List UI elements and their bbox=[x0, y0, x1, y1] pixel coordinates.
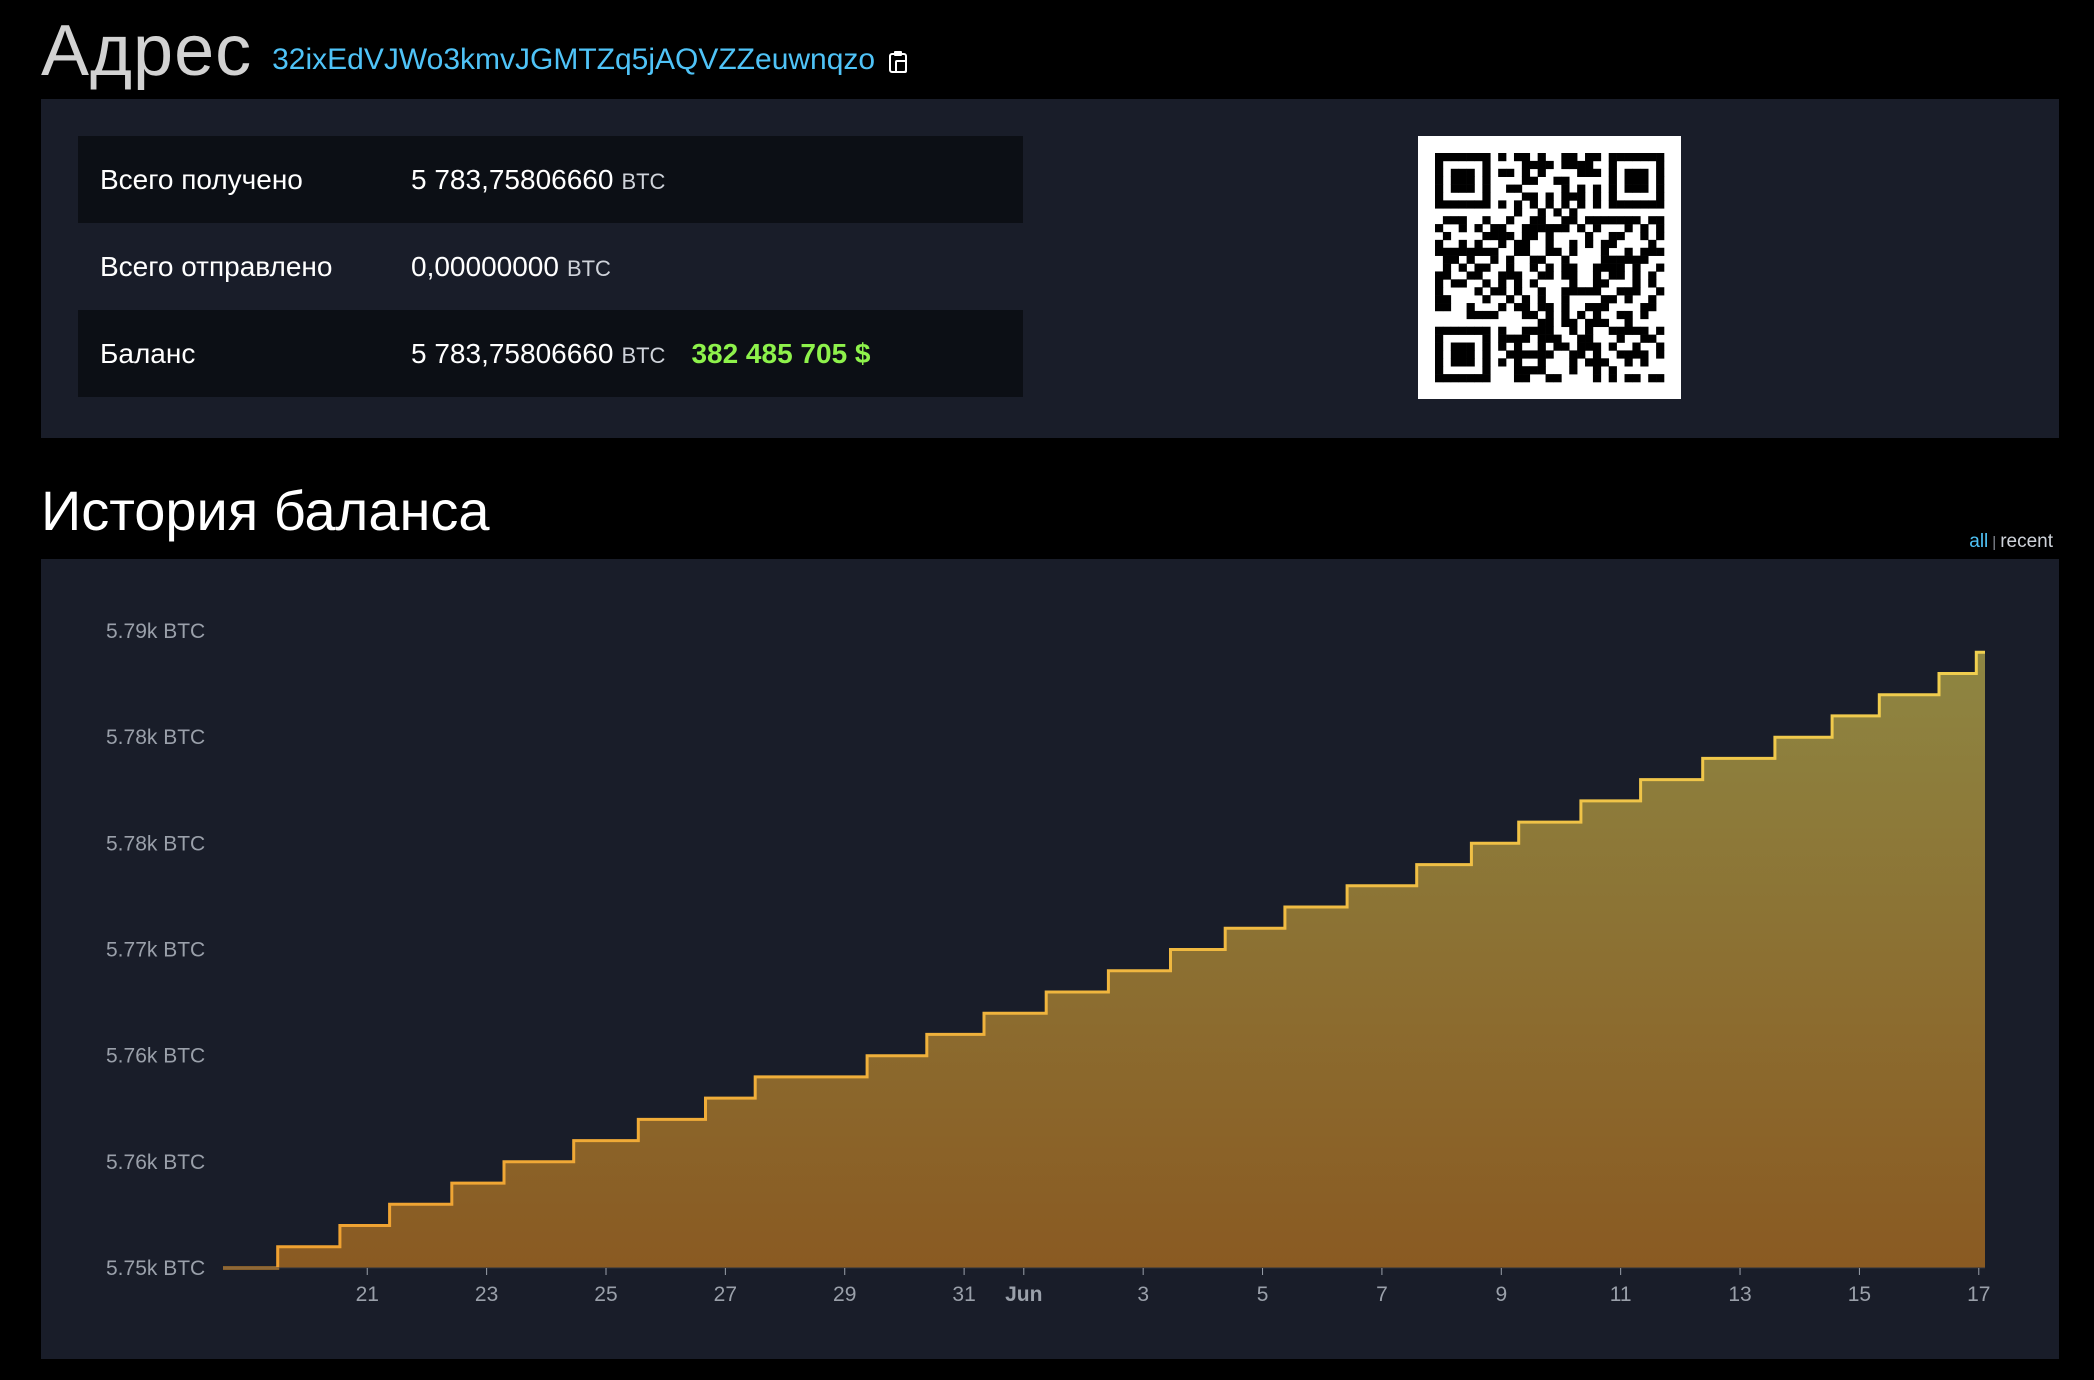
x-tick-label: 31 bbox=[952, 1283, 975, 1306]
balance-unit: BTC bbox=[621, 342, 666, 368]
x-tick-label: 9 bbox=[1495, 1283, 1507, 1306]
total-received-row: Всего получено 5 783,75806660 BTC bbox=[78, 136, 1023, 223]
x-tick-label: 27 bbox=[714, 1283, 737, 1306]
balance-area-fill bbox=[223, 652, 1985, 1268]
y-tick-label: 5.78k BTC bbox=[106, 832, 205, 855]
qr-code bbox=[1418, 136, 1681, 399]
x-tick-label: Jun bbox=[1005, 1283, 1042, 1306]
x-tick-label: 29 bbox=[833, 1283, 856, 1306]
x-tick-label: 23 bbox=[475, 1283, 498, 1306]
y-tick-label: 5.76k BTC bbox=[106, 1151, 205, 1174]
balance-value: 5 783,75806660 BTC 382 485 705 $ bbox=[411, 338, 871, 370]
balance-chart: 5.79k BTC 5.78k BTC 5.78k BTC 5.77k BTC 5.76… bbox=[106, 620, 1990, 1306]
x-tick-label: 17 bbox=[1967, 1283, 1990, 1306]
total-received-value: 5 783,75806660 BTC bbox=[411, 164, 665, 196]
x-tick-label: 7 bbox=[1376, 1283, 1388, 1306]
x-tick-label: 21 bbox=[356, 1283, 379, 1306]
address-header: Адрес 32ixEdVJWo3kmvJGMTZq5jAQVZZeuwnqzo bbox=[41, 6, 909, 96]
balance-amount: 5 783,75806660 bbox=[411, 337, 614, 369]
x-tick-label: 5 bbox=[1257, 1283, 1269, 1306]
total-sent-value: 0,00000000 BTC bbox=[411, 251, 611, 283]
x-tick-label: 15 bbox=[1848, 1283, 1871, 1306]
total-sent-unit: BTC bbox=[566, 255, 611, 281]
y-tick-label: 5.79k BTC bbox=[106, 620, 205, 643]
x-tick-label: 25 bbox=[594, 1283, 617, 1306]
total-sent-row: Всего отправлено 0,00000000 BTC bbox=[78, 223, 1023, 310]
balance-chart-panel: 5.79k BTC 5.78k BTC 5.78k BTC 5.77k BTC 5.76… bbox=[41, 559, 2059, 1359]
range-selector: all | recent bbox=[1969, 531, 2053, 553]
total-received-amount: 5 783,75806660 bbox=[411, 163, 614, 195]
balance-history-title: История баланса bbox=[41, 479, 490, 542]
address-link[interactable]: 32ixEdVJWo3kmvJGMTZq5jAQVZZeuwnqzo bbox=[272, 43, 875, 77]
address-summary-panel: Всего получено 5 783,75806660 BTC Всего о… bbox=[41, 99, 2059, 438]
y-tick-label: 5.77k BTC bbox=[106, 939, 205, 962]
y-tick-label: 5.75k BTC bbox=[106, 1257, 205, 1280]
address-info-table: Всего получено 5 783,75806660 BTC Всего о… bbox=[78, 136, 1023, 397]
y-tick-label: 5.78k BTC bbox=[106, 726, 205, 749]
x-tick-label: 13 bbox=[1728, 1283, 1751, 1306]
range-separator: | bbox=[1992, 534, 1997, 551]
y-tick-label: 5.76k BTC bbox=[106, 1045, 205, 1068]
balance-usd: 382 485 705 $ bbox=[691, 337, 871, 369]
x-tick-label: 11 bbox=[1610, 1283, 1632, 1306]
total-sent-amount: 0,00000000 bbox=[411, 250, 559, 282]
balance-row: Баланс 5 783,75806660 BTC 382 485 705 $ bbox=[78, 310, 1023, 397]
balance-label: Баланс bbox=[100, 337, 196, 369]
range-all-link[interactable]: all bbox=[1969, 531, 1988, 552]
range-recent-link[interactable]: recent bbox=[2000, 531, 2053, 552]
total-received-unit: BTC bbox=[621, 168, 666, 194]
x-tick-label: 3 bbox=[1137, 1283, 1149, 1306]
clipboard-icon[interactable] bbox=[887, 50, 909, 74]
page-title: Адрес bbox=[41, 11, 253, 91]
total-received-label: Всего получено bbox=[100, 163, 303, 195]
total-sent-label: Всего отправлено bbox=[100, 250, 333, 282]
